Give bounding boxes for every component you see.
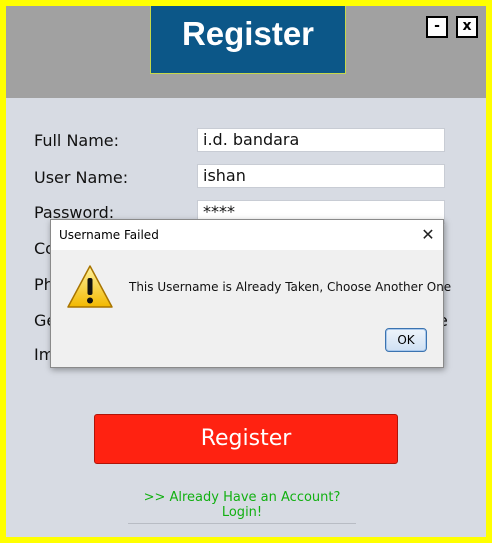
user-name-label: User Name: bbox=[34, 168, 129, 187]
full-name-field[interactable]: i.d. bandara bbox=[197, 128, 445, 152]
warning-icon bbox=[67, 265, 113, 308]
user-name-field[interactable]: ishan bbox=[197, 164, 445, 188]
page-title: Register bbox=[150, 6, 346, 74]
minimize-button[interactable]: - bbox=[426, 16, 448, 38]
register-button[interactable]: Register bbox=[94, 414, 398, 464]
dialog-titlebar: Username Failed ✕ bbox=[51, 220, 443, 250]
ok-button[interactable]: OK bbox=[385, 328, 427, 352]
close-button[interactable]: x bbox=[456, 16, 478, 38]
header-bar: Register - x bbox=[6, 6, 486, 98]
dialog-message: This Username is Already Taken, Choose A… bbox=[129, 280, 452, 294]
full-name-label: Full Name: bbox=[34, 131, 120, 150]
username-failed-dialog: Username Failed ✕ This Username is Alrea… bbox=[50, 219, 451, 368]
login-link[interactable]: >> Already Have an Account? Login! bbox=[128, 490, 356, 524]
dialog-close-icon[interactable]: ✕ bbox=[417, 224, 439, 246]
dialog-title: Username Failed bbox=[59, 228, 159, 242]
